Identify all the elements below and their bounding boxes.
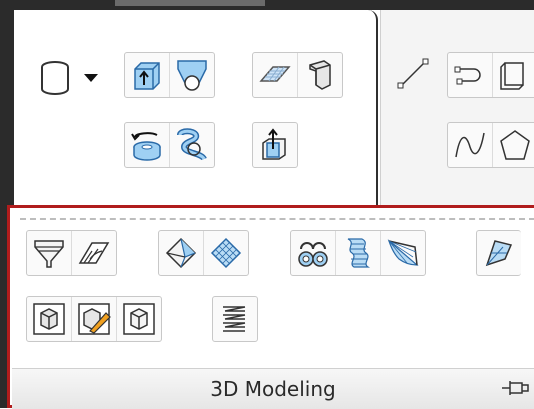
- 3d-polyline-button[interactable]: [492, 53, 534, 97]
- diamond-mesh-icon: [165, 237, 197, 269]
- panel-title-bar: 3D Modeling: [12, 368, 534, 409]
- surface-patch-icon: [78, 242, 110, 264]
- extrude-loft-group: [124, 52, 215, 98]
- edge-surface-icon: [485, 240, 513, 267]
- cylinder-icon: [41, 61, 69, 95]
- 3d-modeling-expanded-panel: 3D Modeling: [7, 205, 534, 409]
- presspull-group: [252, 122, 298, 168]
- edge-surface-group: [476, 230, 521, 276]
- funnel-surface-icon: [34, 240, 64, 268]
- presspull-button[interactable]: [253, 123, 297, 167]
- loft-icon: [177, 60, 207, 91]
- polyline-group: [447, 52, 534, 98]
- draw-panel-top: [380, 10, 534, 208]
- mesh-grid-button[interactable]: [203, 231, 248, 275]
- spline-group: [447, 122, 534, 168]
- fan-surface-icon: [387, 239, 419, 266]
- loft-button[interactable]: [169, 53, 214, 97]
- solid-box-icon: [33, 303, 65, 335]
- extrude-icon: [134, 62, 160, 90]
- polyline-icon: [454, 66, 481, 85]
- window-top-border: [0, 0, 534, 10]
- chevron-down-icon[interactable]: [83, 72, 99, 84]
- solid-separate-button[interactable]: [27, 297, 71, 341]
- ruled-surface-button[interactable]: [335, 231, 380, 275]
- surface-group: [252, 52, 343, 98]
- helix-group: [212, 296, 258, 342]
- extrude-button[interactable]: [125, 53, 169, 97]
- solid-edit-group: [26, 296, 162, 342]
- revolve-button[interactable]: [125, 123, 169, 167]
- surface-patch-button[interactable]: [71, 231, 116, 275]
- sweep-button[interactable]: [169, 123, 214, 167]
- polysolid-icon: [309, 60, 331, 90]
- solid-edit-button[interactable]: [71, 297, 116, 341]
- planar-surface-button[interactable]: [253, 53, 297, 97]
- planar-surface-icon: [259, 66, 291, 82]
- cylinder-split-button[interactable]: [28, 56, 108, 100]
- mesh-face-button[interactable]: [159, 231, 203, 275]
- polygon-icon: [500, 130, 530, 160]
- spline-icon: [455, 132, 485, 158]
- network-surface-button[interactable]: [27, 231, 71, 275]
- helix-button[interactable]: [213, 297, 257, 341]
- panel-separator: [20, 218, 534, 220]
- surface-tools-group-2: [290, 230, 426, 276]
- surface-tools-group-1: [26, 230, 117, 276]
- revolve-icon: [131, 132, 161, 161]
- polygon-button[interactable]: [492, 123, 534, 167]
- solid-shell-icon: [123, 303, 155, 335]
- surface-blend-button[interactable]: [291, 231, 335, 275]
- solid-shell-button[interactable]: [116, 297, 161, 341]
- line-icon: [397, 58, 429, 89]
- binocular-surface-icon: [298, 242, 328, 267]
- revolve-sweep-group: [124, 122, 215, 168]
- ruled-surface-icon: [347, 238, 370, 268]
- diamond-grid-icon: [210, 237, 242, 269]
- modeling-panel-top: [14, 10, 378, 208]
- line-button[interactable]: [391, 52, 435, 96]
- revolved-surface-button[interactable]: [380, 231, 425, 275]
- mesh-tools-group: [158, 230, 249, 276]
- pin-icon: [502, 381, 529, 395]
- edge-surface-button[interactable]: [477, 231, 521, 275]
- 3d-polyline-icon: [500, 62, 524, 90]
- polyline-button[interactable]: [448, 53, 492, 97]
- panel-title: 3D Modeling: [210, 377, 336, 401]
- presspull-icon: [262, 128, 286, 160]
- pin-button[interactable]: [498, 375, 534, 403]
- tab-edge: [115, 0, 265, 6]
- polysolid-button[interactable]: [297, 53, 342, 97]
- helix-icon: [223, 306, 246, 332]
- solid-edit-icon: [78, 303, 111, 335]
- spline-button[interactable]: [448, 123, 492, 167]
- sweep-icon: [177, 128, 207, 161]
